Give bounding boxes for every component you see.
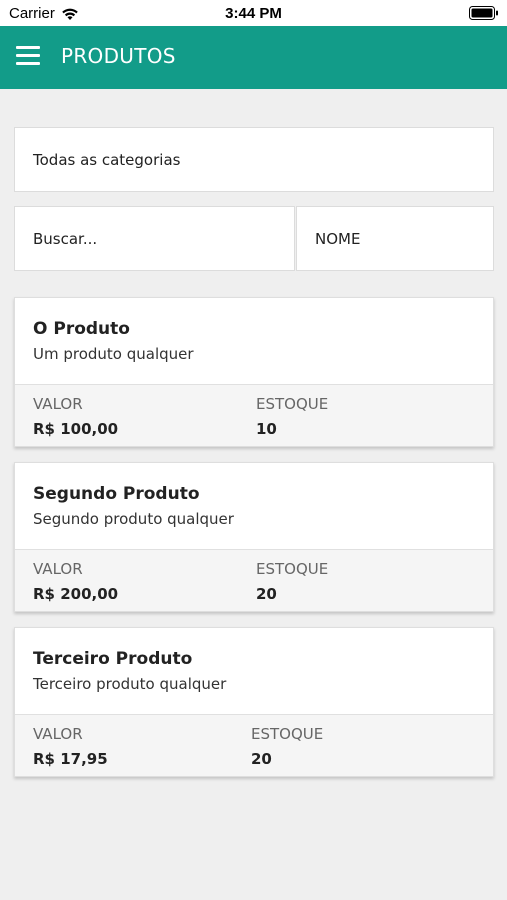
product-card[interactable]: O Produto Um produto qualquer VALOR R$ 1…	[14, 297, 494, 447]
category-select[interactable]: Todas as categorias	[14, 127, 494, 192]
product-card-details: VALOR R$ 200,00 ESTOQUE 20	[15, 550, 493, 611]
stock-value: 10	[256, 420, 277, 438]
product-name: Terceiro Produto	[33, 649, 193, 669]
product-card-header: Terceiro Produto Terceiro produto qualqu…	[15, 628, 493, 715]
stock-label: ESTOQUE	[256, 395, 329, 413]
product-description: Segundo produto qualquer	[33, 510, 234, 528]
price-value: R$ 17,95	[33, 750, 108, 768]
menu-icon[interactable]	[16, 46, 40, 66]
status-time: 3:44 PM	[225, 5, 282, 22]
product-card-header: Segundo Produto Segundo produto qualquer	[15, 463, 493, 550]
price-value: R$ 200,00	[33, 585, 119, 603]
product-description: Um produto qualquer	[33, 345, 194, 363]
product-name: Segundo Produto	[33, 484, 200, 504]
product-card-details: VALOR R$ 17,95 ESTOQUE 20	[15, 715, 493, 776]
stock-label: ESTOQUE	[256, 560, 329, 578]
sort-select-value: NOME	[315, 229, 361, 248]
battery-icon	[469, 6, 498, 20]
stock-value: 20	[256, 585, 277, 603]
price-label: VALOR	[33, 725, 83, 743]
product-card[interactable]: Terceiro Produto Terceiro produto qualqu…	[14, 627, 494, 777]
product-card-details: VALOR R$ 100,00 ESTOQUE 10	[15, 385, 493, 446]
search-row: NOME	[14, 206, 494, 271]
product-card-header: O Produto Um produto qualquer	[15, 298, 493, 385]
app-bar: PRODUTOS	[0, 26, 507, 89]
product-description: Terceiro produto qualquer	[33, 675, 227, 693]
stock-label: ESTOQUE	[251, 725, 324, 743]
stock-value: 20	[251, 750, 272, 768]
status-bar: Carrier 3:44 PM	[0, 0, 507, 26]
category-select-value: Todas as categorias	[33, 150, 181, 169]
price-value: R$ 100,00	[33, 420, 119, 438]
search-input[interactable]	[14, 206, 295, 271]
price-label: VALOR	[33, 560, 83, 578]
sort-select[interactable]: NOME	[296, 206, 494, 271]
page-title: PRODUTOS	[61, 44, 176, 68]
product-card[interactable]: Segundo Produto Segundo produto qualquer…	[14, 462, 494, 612]
product-name: O Produto	[33, 319, 130, 339]
price-label: VALOR	[33, 395, 83, 413]
